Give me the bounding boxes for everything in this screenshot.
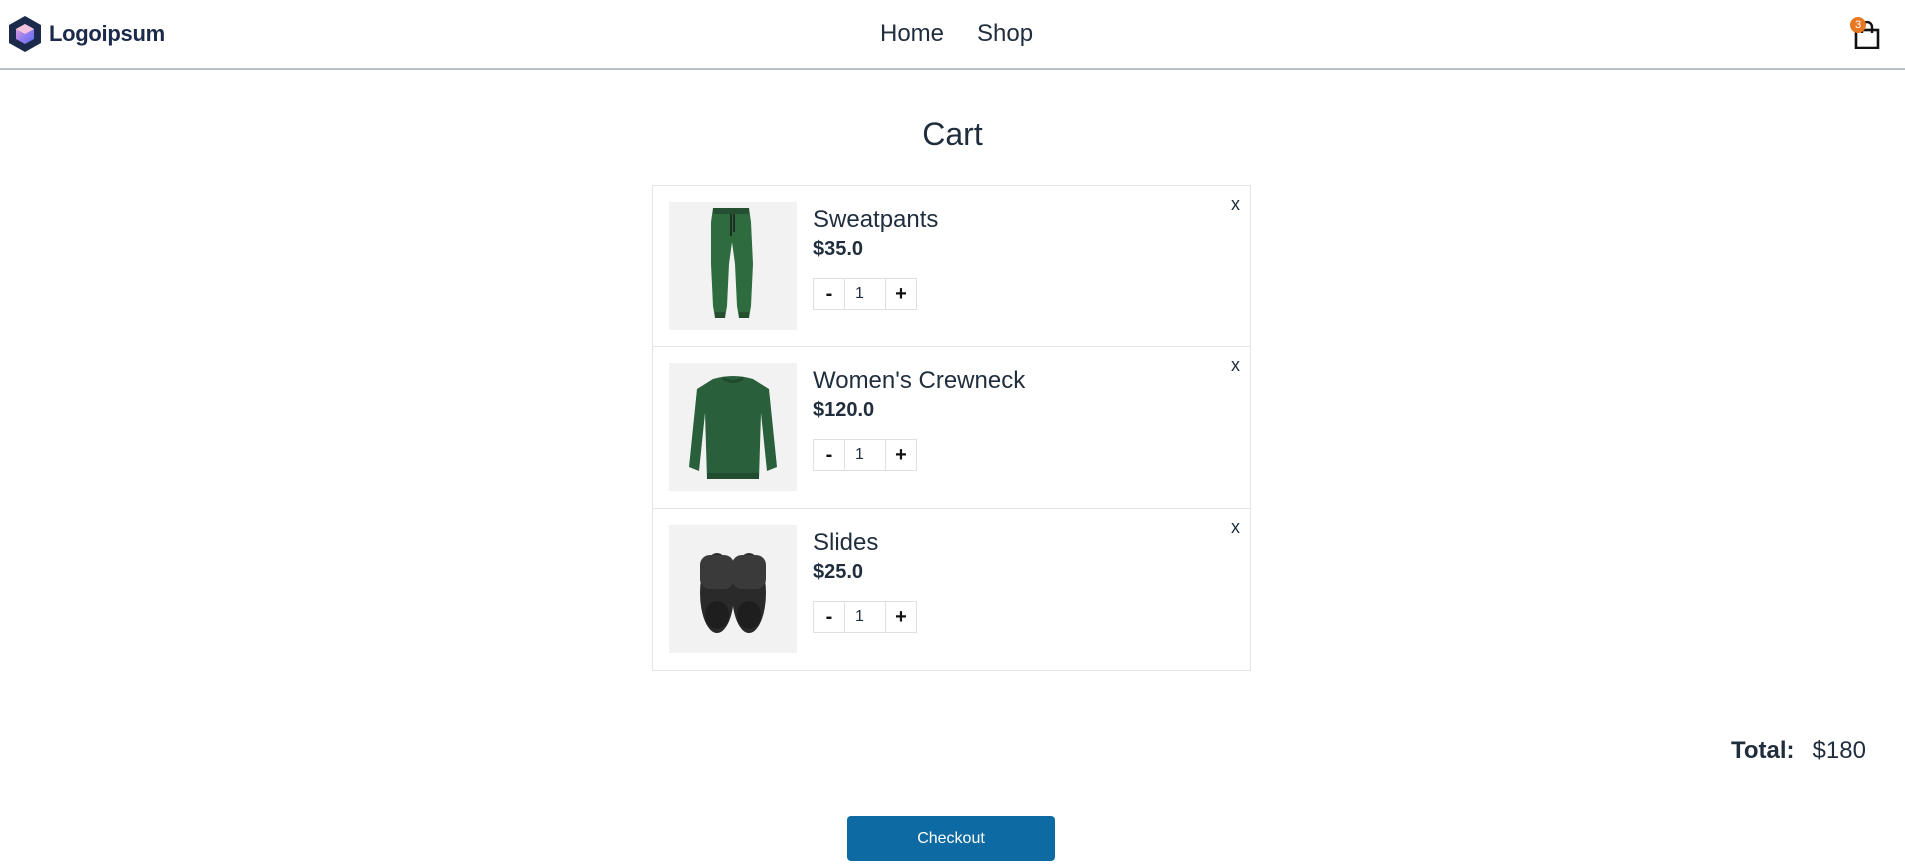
crewneck-image [669, 363, 797, 491]
sweatpants-image [669, 202, 797, 330]
cart-item: Slides $25.0 - + x [652, 509, 1251, 671]
cart-count-badge: 3 [1850, 17, 1866, 33]
logo[interactable]: Logoipsum [8, 14, 165, 54]
cart-button[interactable]: 3 [1850, 17, 1882, 51]
hexagon-logo-icon [9, 16, 41, 52]
product-price: $120.0 [813, 399, 875, 421]
nav-shop-link[interactable]: Shop [977, 20, 1033, 48]
cart-item: Sweatpants $35.0 - + x [652, 185, 1251, 347]
cart-total: Total: $180 [1731, 737, 1866, 765]
product-image-sweatpants[interactable] [669, 202, 797, 330]
decrement-button[interactable]: - [813, 278, 845, 310]
quantity-input[interactable] [845, 278, 885, 310]
decrement-button[interactable]: - [813, 601, 845, 633]
top-nav-bar: Logoipsum Home Shop 3 [0, 0, 1905, 70]
cart-item-list: Sweatpants $35.0 - + x Women's Crewneck … [652, 185, 1251, 671]
product-image-crewneck[interactable] [669, 363, 797, 491]
quantity-stepper: - + [813, 601, 917, 633]
product-image-slides[interactable] [669, 525, 797, 653]
product-price: $25.0 [813, 561, 864, 583]
main-nav: Home Shop [880, 20, 1066, 48]
product-price: $35.0 [813, 238, 864, 260]
product-name: Women's Crewneck [813, 367, 1026, 394]
remove-item-button[interactable]: x [1231, 517, 1240, 538]
increment-button[interactable]: + [885, 601, 917, 633]
logo-text: Logoipsum [49, 21, 165, 46]
product-name: Sweatpants [813, 206, 939, 233]
total-value: $180 [1812, 737, 1866, 764]
quantity-input[interactable] [845, 439, 885, 471]
quantity-input[interactable] [845, 601, 885, 633]
slides-image [669, 525, 797, 653]
increment-button[interactable]: + [885, 278, 917, 310]
remove-item-button[interactable]: x [1231, 355, 1240, 376]
cart-item: Women's Crewneck $120.0 - + x [652, 347, 1251, 509]
nav-home-link[interactable]: Home [880, 20, 944, 48]
product-name: Slides [813, 529, 879, 556]
increment-button[interactable]: + [885, 439, 917, 471]
quantity-stepper: - + [813, 439, 917, 471]
quantity-stepper: - + [813, 278, 917, 310]
total-label: Total: [1731, 737, 1795, 764]
checkout-button[interactable]: Checkout [847, 816, 1055, 861]
remove-item-button[interactable]: x [1231, 194, 1240, 215]
decrement-button[interactable]: - [813, 439, 845, 471]
page-title: Cart [922, 116, 983, 152]
